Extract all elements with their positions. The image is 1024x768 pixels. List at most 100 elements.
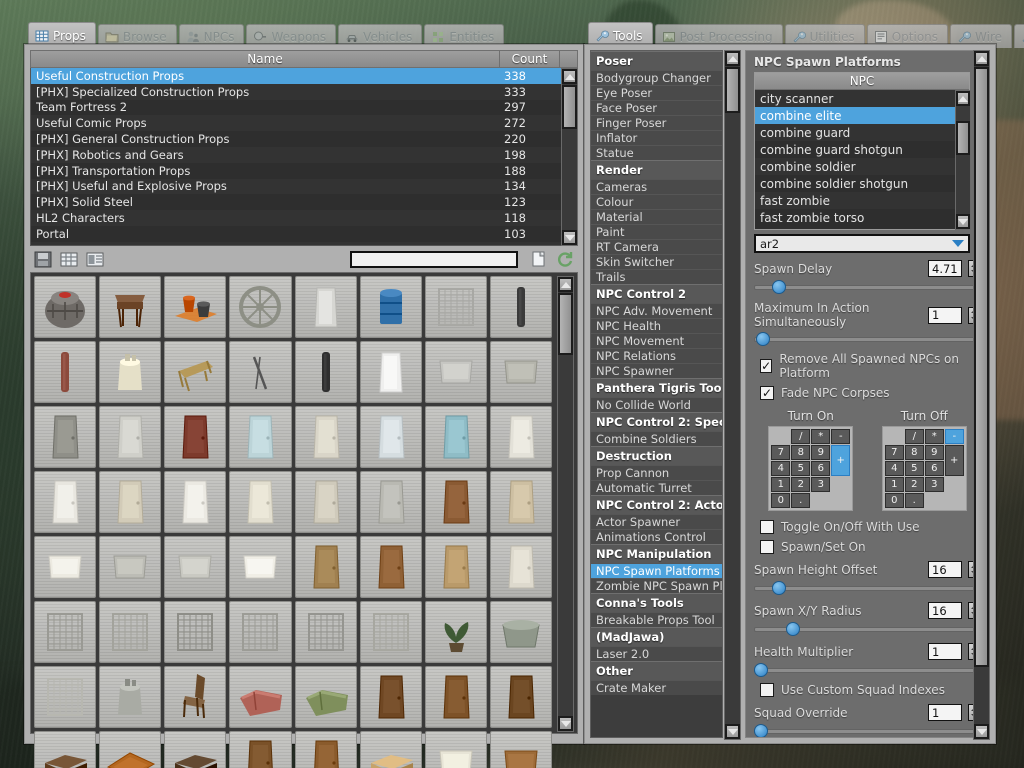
fade-corpses-row[interactable]: ✓ Fade NPC Corpses xyxy=(754,386,981,400)
slider-knob[interactable] xyxy=(785,622,800,636)
squad-override-value[interactable]: 1 xyxy=(928,704,962,721)
prop-cell-blue-barrel[interactable] xyxy=(359,276,422,338)
prop-cell-dark-book[interactable] xyxy=(164,731,227,768)
tool-item-no-collide-world[interactable]: No Collide World xyxy=(591,397,722,412)
tool-item-animations-control[interactable]: Animations Control xyxy=(591,529,722,544)
tool-item-skin-switcher[interactable]: Skin Switcher xyxy=(591,254,722,269)
prop-cell-white-door-2[interactable] xyxy=(164,471,227,533)
panel-scroll-down-button[interactable] xyxy=(974,724,989,739)
keypad-key-3[interactable]: 3 xyxy=(924,477,944,492)
prop-cell-red-cylinder[interactable] xyxy=(34,341,97,403)
keypad-key-period[interactable]: . xyxy=(904,493,924,508)
npc-list-item[interactable]: fast zombie torso xyxy=(755,209,969,226)
keypad-key-multiply[interactable]: * xyxy=(924,429,944,444)
keypad-key-2[interactable]: 2 xyxy=(904,477,924,492)
prop-cell-wood-cabinet[interactable] xyxy=(359,536,422,598)
keypad-key-5[interactable]: 5 xyxy=(904,461,924,476)
prop-cell-cabinet[interactable] xyxy=(294,536,357,598)
tool-item-automatic-turret[interactable]: Automatic Turret xyxy=(591,480,722,495)
scroll-up-button[interactable] xyxy=(562,69,577,84)
prop-cell-wooden-chair[interactable] xyxy=(164,666,227,728)
prop-cell-wooden-crate[interactable] xyxy=(34,731,97,768)
prop-cell-chain-link[interactable] xyxy=(229,601,292,663)
prop-cell-wooden-bench[interactable] xyxy=(164,341,227,403)
tool-item-combine-soldiers[interactable]: Combine Soldiers xyxy=(591,431,722,446)
keypad-key-0[interactable]: 0 xyxy=(771,493,791,508)
tool-item-npc-relations[interactable]: NPC Relations xyxy=(591,348,722,363)
grid-view-icon[interactable] xyxy=(60,251,78,268)
tool-panel-scrollbar[interactable] xyxy=(973,50,990,740)
category-row[interactable]: HL2 Characters 118 xyxy=(31,210,562,226)
prop-cell-glass-panel[interactable] xyxy=(229,406,292,468)
toggle-with-use-row[interactable]: Toggle On/Off With Use xyxy=(754,520,981,534)
prop-cell-window-frame[interactable] xyxy=(489,536,552,598)
keypad-key-5[interactable]: 5 xyxy=(791,461,811,476)
keypad-key-4[interactable]: 4 xyxy=(771,461,791,476)
npc-list[interactable]: city scanner combine elite combine guard co… xyxy=(755,90,969,226)
prop-cell-white-door[interactable] xyxy=(489,406,552,468)
npc-list-item[interactable]: city scanner xyxy=(755,90,969,107)
prop-cell-metal-tub[interactable] xyxy=(489,601,552,663)
prop-cell-orange-buckets[interactable] xyxy=(164,276,227,338)
prop-cell-light-crate[interactable] xyxy=(359,731,422,768)
prop-cell-framed-window[interactable] xyxy=(489,471,552,533)
keypad-key-plus[interactable]: + xyxy=(944,445,964,476)
prop-cell-red-door[interactable] xyxy=(164,406,227,468)
prop-cell-dark-pipe[interactable] xyxy=(294,341,357,403)
category-row[interactable]: Team Fortress 2 297 xyxy=(31,100,562,116)
category-row[interactable]: Useful Construction Props 338 xyxy=(31,68,562,84)
slider-knob[interactable] xyxy=(772,581,787,595)
npc-list-item[interactable]: combine guard shotgun xyxy=(755,141,969,158)
tool-item-prop-cannon[interactable]: Prop Cannon xyxy=(591,465,722,480)
keypad-key-8[interactable]: 8 xyxy=(791,445,811,460)
keypad-key-divide[interactable]: / xyxy=(791,429,811,444)
tool-item-zombie-npc-spawn-pla[interactable]: Zombie NPC Spawn Pla.. xyxy=(591,578,722,593)
keypad-key-7[interactable]: 7 xyxy=(884,445,904,460)
grid-scroll-down-button[interactable] xyxy=(558,716,573,731)
tool-item-material[interactable]: Material xyxy=(591,209,722,224)
remove-all-spawned-row[interactable]: ✓ Remove All Spawned NPCs on Platform xyxy=(754,352,981,380)
tool-scrollbar-thumb[interactable] xyxy=(725,67,740,113)
tool-item-colour[interactable]: Colour xyxy=(591,194,722,209)
prop-cell-white-sheet[interactable] xyxy=(359,341,422,403)
category-row[interactable]: [PHX] General Construction Props 220 xyxy=(31,131,562,147)
spawn-height-offset-slider[interactable] xyxy=(754,581,981,595)
keypad-key-minus[interactable]: - xyxy=(944,429,964,444)
category-row[interactable]: [PHX] Useful and Explosive Props 134 xyxy=(31,178,562,195)
tool-tree-list[interactable]: Poser Bodygroup Changer Eye Poser Face Pose… xyxy=(590,50,723,738)
prop-cell-grey-door[interactable] xyxy=(34,406,97,468)
npc-scroll-down-button[interactable] xyxy=(956,214,970,229)
max-in-action-slider[interactable] xyxy=(754,332,981,346)
prop-cell-grey-door-2[interactable] xyxy=(359,471,422,533)
keypad-key-period[interactable]: . xyxy=(791,493,811,508)
npc-list-item[interactable]: combine guard xyxy=(755,124,969,141)
prop-cell-wire-mesh[interactable] xyxy=(34,601,97,663)
prop-cell-fence-section[interactable] xyxy=(294,601,357,663)
save-icon[interactable] xyxy=(34,251,52,268)
tool-item-inflator[interactable]: Inflator xyxy=(591,130,722,145)
slider-knob[interactable] xyxy=(756,332,771,346)
prop-cell-thin-rod[interactable] xyxy=(229,341,292,403)
tool-item-breakable-props-tool[interactable]: Breakable Props Tool xyxy=(591,612,722,627)
prop-cell-plant-pot[interactable] xyxy=(424,601,487,663)
npc-scrollbar-thumb[interactable] xyxy=(956,121,970,155)
toggle-with-use-checkbox[interactable] xyxy=(760,520,774,534)
prop-cell-dark-pole[interactable] xyxy=(489,276,552,338)
copy-icon[interactable] xyxy=(530,251,548,268)
keypad-key-9[interactable]: 9 xyxy=(811,445,831,460)
tool-item-npc-adv-movement[interactable]: NPC Adv. Movement xyxy=(591,303,722,318)
prop-cell-metal-trough[interactable] xyxy=(489,341,552,403)
turn-off-keypad[interactable]: / * - 7 8 9 +4 5 6 1 2 3 0. xyxy=(881,426,967,511)
tool-item-bodygroup-changer[interactable]: Bodygroup Changer xyxy=(591,70,722,85)
prop-cell-white-board[interactable] xyxy=(229,536,292,598)
tool-item-cameras[interactable]: Cameras xyxy=(591,179,722,194)
prop-cell-mesh-panel[interactable] xyxy=(99,601,162,663)
prop-cell-white-tank[interactable] xyxy=(99,341,162,403)
keypad-key-3[interactable]: 3 xyxy=(811,477,831,492)
use-custom-squad-checkbox[interactable] xyxy=(760,683,774,697)
keypad-key-6[interactable]: 6 xyxy=(811,461,831,476)
keypad-key-plus[interactable]: + xyxy=(831,445,851,476)
weapon-dropdown[interactable]: ar2 xyxy=(754,234,970,253)
prop-cell-wood-cabinet-2[interactable] xyxy=(424,666,487,728)
category-row[interactable]: [PHX] Solid Steel 123 xyxy=(31,194,562,210)
